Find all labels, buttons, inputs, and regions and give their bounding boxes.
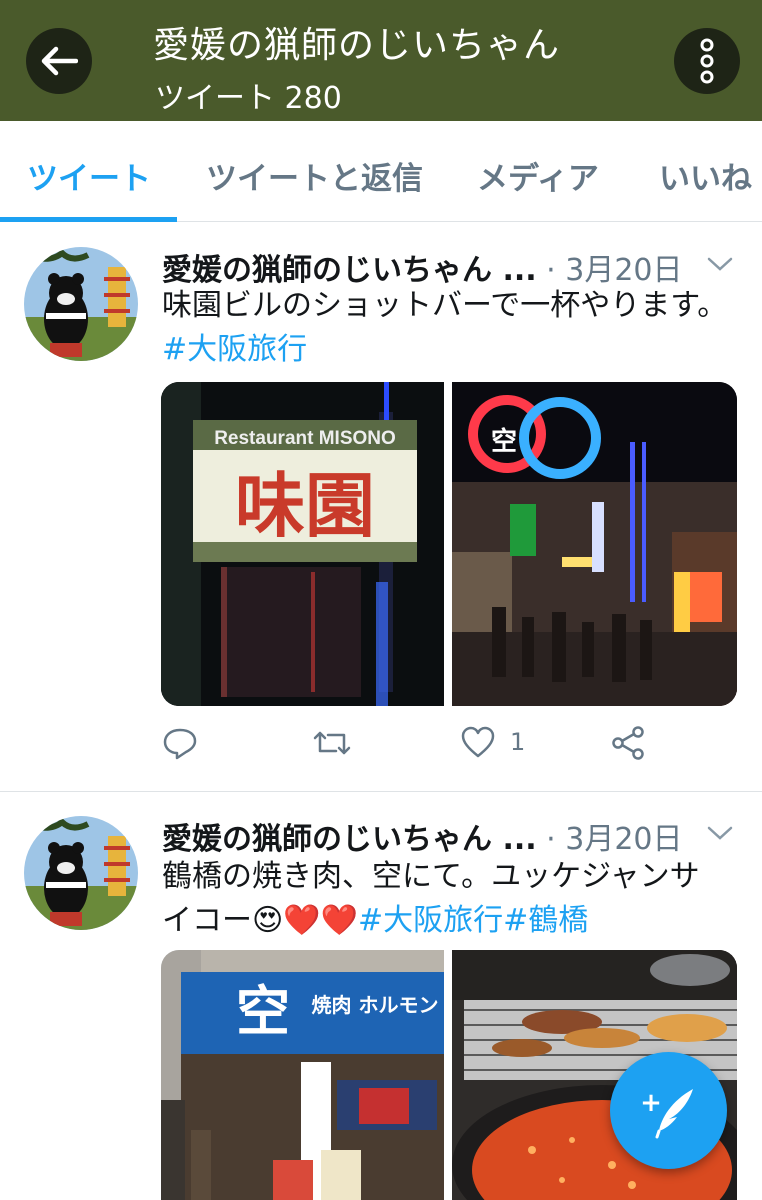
like-count: 1: [510, 728, 526, 756]
tweet-body-line-2: イコー😍❤️❤️: [162, 903, 358, 938]
tab-tweets[interactable]: ツイート: [27, 153, 151, 198]
media-image-2[interactable]: 空: [452, 382, 737, 706]
shop-sign-kanji: 空: [236, 979, 290, 1043]
chevron-down-icon[interactable]: [705, 249, 735, 279]
profile-header: 愛媛の猟師のじいちゃん ツイート 280: [0, 0, 762, 121]
tweet-date: · 3月20日: [536, 253, 683, 288]
tweet-author-name[interactable]: 愛媛の猟師のじいちゃん ...: [162, 822, 537, 857]
profile-tabs: ツイート ツイートと返信 メディア いいね: [0, 121, 762, 222]
more-vertical-icon: [700, 38, 714, 84]
more-options-button[interactable]: [674, 28, 740, 94]
avatar-image: [24, 247, 138, 361]
tweet-header: 愛媛の猟師のじいちゃん ... · 3月20日: [162, 245, 683, 289]
tweet-text: 鶴橋の焼き肉、空にて。ユッケジャンサ イコー😍❤️❤️#大阪旅行#鶴橋: [162, 855, 742, 943]
share-button[interactable]: [610, 725, 646, 761]
compose-tweet-button[interactable]: +: [610, 1052, 727, 1169]
back-button[interactable]: [26, 28, 92, 94]
tweet-item[interactable]: 愛媛の猟師のじいちゃん ... · 3月20日 味園ビルのショットバーで一杯やり…: [0, 223, 762, 791]
tweet-actions: 1: [162, 725, 722, 765]
retweet-button[interactable]: [312, 725, 352, 761]
hashtag-link[interactable]: #大阪旅行#鶴橋: [358, 903, 588, 938]
tweet-text: 味園ビルのショットバーで一杯やります。 #大阪旅行: [162, 284, 742, 372]
media-image-1[interactable]: Restaurant MISONO 味園: [161, 382, 444, 706]
tweet-count: ツイート 280: [155, 81, 342, 116]
chevron-down-icon[interactable]: [705, 818, 735, 848]
hashtag-link[interactable]: #大阪旅行: [162, 332, 307, 367]
profile-name: 愛媛の猟師のじいちゃん: [153, 25, 561, 66]
tweet-media: Restaurant MISONO 味園 空: [161, 382, 737, 706]
tab-likes[interactable]: いいね: [659, 153, 752, 198]
tweet-body-line-1: 鶴橋の焼き肉、空にて。ユッケジャンサ: [162, 859, 700, 894]
tab-media[interactable]: メディア: [477, 153, 599, 198]
share-icon: [612, 726, 644, 760]
heart-icon: [461, 726, 495, 758]
retweet-icon: [313, 731, 351, 755]
compose-tweet-icon: +: [640, 1088, 693, 1138]
arrow-left-icon: [41, 46, 78, 76]
like-button[interactable]: 1: [460, 725, 525, 759]
neon-sign-text: 空: [491, 426, 517, 457]
plus-glyph: +: [640, 1088, 662, 1118]
media-image-3[interactable]: 空 焼肉 ホルモン: [161, 950, 444, 1200]
avatar[interactable]: [24, 816, 138, 930]
avatar-image: [24, 816, 138, 930]
avatar[interactable]: [24, 247, 138, 361]
reply-button[interactable]: [162, 725, 198, 761]
tweet-author-name[interactable]: 愛媛の猟師のじいちゃん ...: [162, 253, 537, 288]
tweet-date: · 3月20日: [536, 822, 683, 857]
shop-sign-subtitle: 焼肉 ホルモン: [312, 993, 439, 1017]
active-tab-indicator: [0, 217, 177, 222]
reply-icon: [163, 728, 197, 760]
tab-tweets-and-replies[interactable]: ツイートと返信: [206, 153, 423, 198]
tweet-header: 愛媛の猟師のじいちゃん ... · 3月20日: [162, 814, 683, 858]
restaurant-sign-name: 味園: [235, 464, 375, 547]
tweet-body: 味園ビルのショットバーで一杯やります。: [162, 288, 728, 323]
restaurant-sign-caption: Restaurant MISONO: [214, 428, 396, 449]
